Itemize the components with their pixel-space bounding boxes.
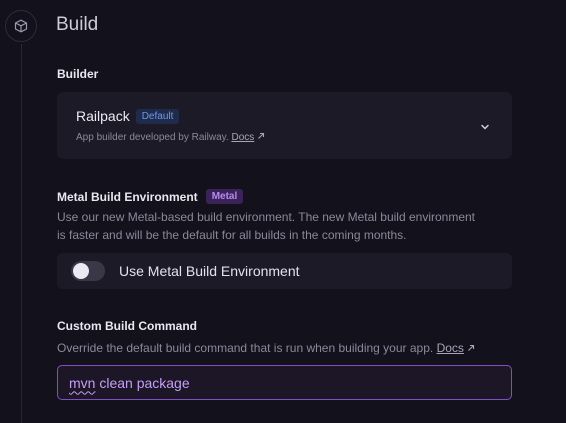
builder-select[interactable]: Railpack Default App builder developed by…: [57, 92, 512, 159]
custom-build-description: Override the default build command that …: [57, 341, 434, 355]
metal-badge: Metal: [205, 189, 244, 204]
command-first-word: mvn: [69, 374, 96, 391]
metal-description-line2: is faster and will be the default for al…: [57, 228, 407, 242]
command-rest: clean package: [95, 374, 190, 391]
metal-label-text: Metal Build Environment: [57, 190, 198, 204]
custom-build-command-input[interactable]: mvn clean package: [57, 365, 512, 400]
metal-toggle-label: Use Metal Build Environment: [119, 263, 300, 279]
default-badge: Default: [135, 109, 180, 124]
metal-toggle-row[interactable]: Use Metal Build Environment: [57, 253, 512, 289]
custom-build-docs-link[interactable]: Docs: [437, 341, 464, 355]
cube-icon: [5, 10, 37, 42]
metal-description: Use our new Metal-based build environmen…: [57, 208, 475, 244]
section-rail-line: [21, 44, 22, 423]
metal-label: Metal Build Environment Metal: [57, 189, 244, 204]
custom-build-description-row: Override the default build command that …: [57, 339, 475, 357]
metal-description-line1: Use our new Metal-based build environmen…: [57, 210, 476, 224]
builder-description: App builder developed by Railway.: [76, 132, 229, 143]
builder-label: Builder: [57, 67, 99, 81]
builder-docs-link[interactable]: Docs: [231, 132, 254, 143]
metal-toggle-switch[interactable]: [71, 261, 105, 281]
section-title: Build: [56, 14, 99, 35]
custom-build-label: Custom Build Command: [57, 319, 197, 333]
external-link-icon: [257, 132, 265, 143]
chevron-down-icon[interactable]: [480, 119, 490, 137]
toggle-knob: [73, 263, 89, 279]
external-link-icon: [467, 341, 475, 355]
builder-name: Railpack: [76, 108, 130, 124]
